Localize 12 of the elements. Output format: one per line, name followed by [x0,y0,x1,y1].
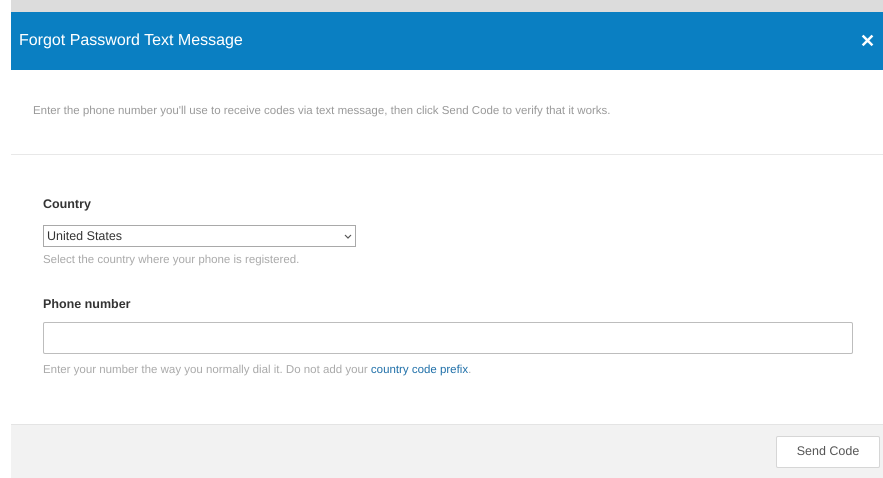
country-select[interactable]: United States [43,225,356,247]
field-label: Country [43,196,92,213]
field-label: Phone number [43,296,132,314]
hint-text: Enter your number the way you normally dial it. Do not add your country code prefix. [43,363,472,378]
hint-text: Select the country where your phone is registered. [43,253,300,268]
dialog-title: Forgot Password Text Message [19,31,243,51]
country-code-link[interactable]: country code prefix [370,364,468,376]
intro-text: Enter the phone number you'll use to receive codes via text message, then click Send Code to verify that it works. [33,104,610,120]
phone-input[interactable] [43,322,853,354]
send-code-button[interactable]: Send Code [776,436,880,468]
chevron-down-icon [344,234,352,238]
close-button[interactable]: ✕ [860,32,875,50]
